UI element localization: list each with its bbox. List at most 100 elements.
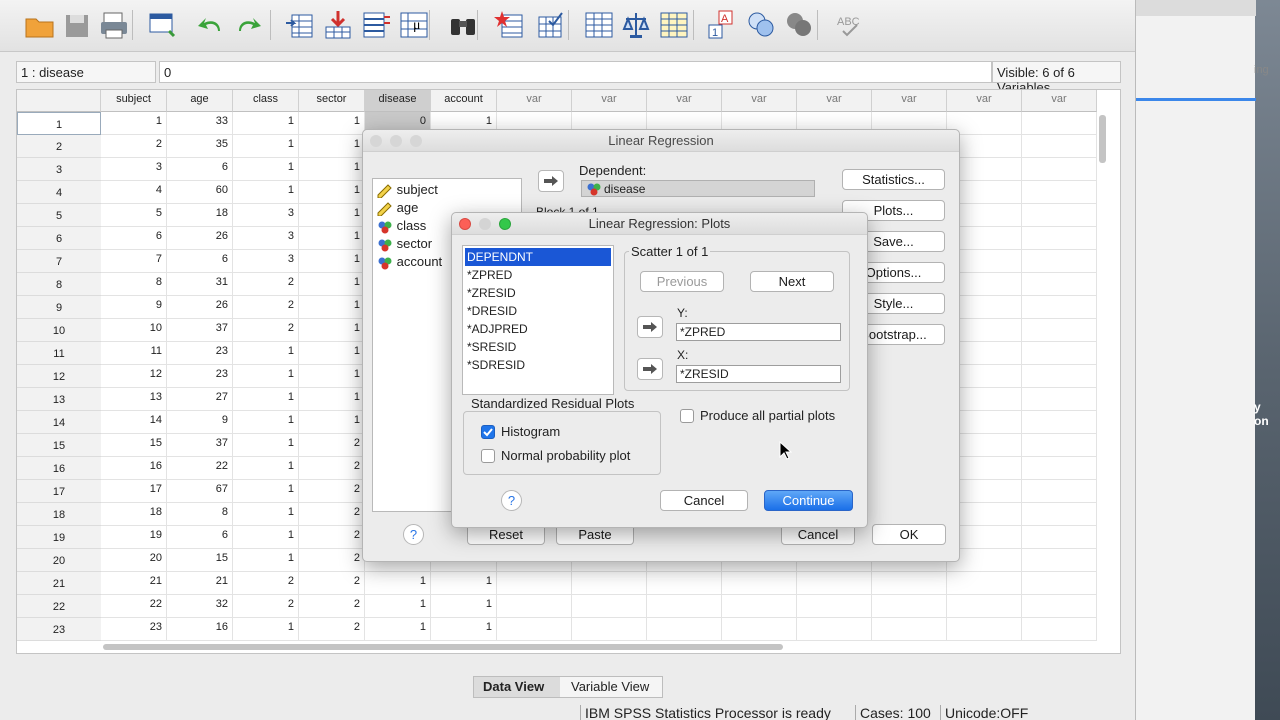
table-cell[interactable]: 23 <box>167 342 233 365</box>
table-cell[interactable]: 8 <box>167 503 233 526</box>
table-cell[interactable] <box>947 595 1022 618</box>
table-cell[interactable]: 17 <box>101 480 167 503</box>
table-cell[interactable]: 1 <box>365 618 431 641</box>
table-cell[interactable] <box>572 572 647 595</box>
variable-list-item[interactable]: age <box>375 199 418 217</box>
table-cell[interactable]: 3 <box>233 204 299 227</box>
table-cell[interactable]: 1 <box>299 158 365 181</box>
table-cell[interactable]: 26 <box>167 296 233 319</box>
table-cell[interactable]: 1 <box>299 227 365 250</box>
table-cell[interactable]: 2 <box>299 526 365 549</box>
table-cell[interactable] <box>872 572 947 595</box>
close-button[interactable] <box>459 218 471 230</box>
plot-variable-item[interactable]: *DRESID <box>465 302 611 320</box>
table-cell[interactable]: 20 <box>101 549 167 572</box>
table-cell[interactable]: 1 <box>233 158 299 181</box>
table-cell[interactable]: 35 <box>167 135 233 158</box>
table-cell[interactable] <box>1022 296 1097 319</box>
table-cell[interactable] <box>872 618 947 641</box>
weight-cases-icon[interactable] <box>619 8 653 42</box>
column-header-disease[interactable]: disease <box>365 90 431 112</box>
minimize-button[interactable] <box>479 218 491 230</box>
histogram-checkbox[interactable] <box>481 425 495 439</box>
move-dependent-arrow-button[interactable] <box>538 170 564 192</box>
cancel-button[interactable]: Cancel <box>660 490 748 511</box>
vertical-scrollbar[interactable] <box>1099 115 1106 163</box>
table-cell[interactable]: 1 <box>431 618 497 641</box>
table-cell[interactable] <box>1022 112 1097 135</box>
row-header[interactable]: 11 <box>17 342 101 365</box>
zoom-button[interactable] <box>410 135 422 147</box>
table-cell[interactable]: 2 <box>299 457 365 480</box>
table-cell[interactable]: 3 <box>233 250 299 273</box>
table-cell[interactable] <box>1022 411 1097 434</box>
table-cell[interactable]: 1 <box>101 112 167 135</box>
table-cell[interactable]: 31 <box>167 273 233 296</box>
statistics-button[interactable]: Statistics... <box>842 169 945 190</box>
table-cell[interactable] <box>1022 503 1097 526</box>
table-cell[interactable]: 1 <box>233 388 299 411</box>
row-header[interactable]: 9 <box>17 296 101 319</box>
table-cell[interactable]: 1 <box>431 572 497 595</box>
redo-icon[interactable] <box>232 8 266 42</box>
table-cell[interactable]: 2 <box>233 319 299 342</box>
plot-variable-item[interactable]: *SRESID <box>465 338 611 356</box>
plot-variable-item[interactable]: *ZPRED <box>465 266 611 284</box>
plot-variable-item[interactable]: *ZRESID <box>465 284 611 302</box>
row-header[interactable]: 21 <box>17 572 101 595</box>
table-cell[interactable]: 1 <box>365 572 431 595</box>
show-all-variables-icon[interactable] <box>782 8 816 42</box>
table-cell[interactable]: 1 <box>233 112 299 135</box>
plot-variable-item[interactable]: *SDRESID <box>465 356 611 374</box>
table-cell[interactable]: 2 <box>299 618 365 641</box>
normal-probability-checkbox[interactable] <box>481 449 495 463</box>
row-header[interactable]: 20 <box>17 549 101 572</box>
variable-list-item[interactable]: account <box>375 253 442 271</box>
column-header-age[interactable]: age <box>167 90 233 112</box>
column-header-var[interactable]: var <box>572 90 647 112</box>
column-header-var[interactable]: var <box>497 90 572 112</box>
table-cell[interactable]: 2 <box>233 296 299 319</box>
table-cell[interactable]: 1 <box>233 342 299 365</box>
table-cell[interactable]: 6 <box>101 227 167 250</box>
table-cell[interactable]: 21 <box>167 572 233 595</box>
table-cell[interactable]: 1 <box>299 342 365 365</box>
plot-variable-item[interactable]: DEPENDNT <box>465 248 611 266</box>
run-descriptives-icon[interactable]: μ <box>397 8 431 42</box>
table-cell[interactable]: 22 <box>101 595 167 618</box>
table-cell[interactable]: 1 <box>233 618 299 641</box>
row-header[interactable]: 5 <box>17 204 101 227</box>
row-header[interactable]: 10 <box>17 319 101 342</box>
table-cell[interactable]: 1 <box>233 365 299 388</box>
table-cell[interactable] <box>797 572 872 595</box>
variable-list-item[interactable]: subject <box>375 181 438 199</box>
table-cell[interactable]: 1 <box>233 434 299 457</box>
column-header-var[interactable]: var <box>722 90 797 112</box>
plot-variables-list[interactable]: DEPENDNT *ZPRED *ZRESID *DRESID *ADJPRED *SRE… <box>462 245 614 395</box>
table-cell[interactable]: 1 <box>233 480 299 503</box>
table-cell[interactable]: 1 <box>299 365 365 388</box>
table-cell[interactable] <box>1022 319 1097 342</box>
table-cell[interactable]: 18 <box>101 503 167 526</box>
table-cell[interactable]: 12 <box>101 365 167 388</box>
table-cell[interactable]: 2 <box>101 135 167 158</box>
tab-variable-view[interactable]: Variable View <box>562 677 662 697</box>
row-header[interactable]: 18 <box>17 503 101 526</box>
row-header[interactable]: 13 <box>17 388 101 411</box>
table-cell[interactable] <box>497 595 572 618</box>
row-header[interactable]: 16 <box>17 457 101 480</box>
column-header-var[interactable]: var <box>797 90 872 112</box>
row-header[interactable]: 3 <box>17 158 101 181</box>
row-header[interactable]: 7 <box>17 250 101 273</box>
row-header[interactable]: 2 <box>17 135 101 158</box>
table-cell[interactable]: 10 <box>101 319 167 342</box>
row-header[interactable]: 1 <box>17 112 101 135</box>
row-header[interactable]: 17 <box>17 480 101 503</box>
table-cell[interactable] <box>722 618 797 641</box>
table-cell[interactable]: 14 <box>101 411 167 434</box>
table-cell[interactable]: 16 <box>101 457 167 480</box>
help-button[interactable]: ? <box>403 524 424 545</box>
variable-list-item[interactable]: sector <box>375 235 432 253</box>
column-header-var[interactable]: var <box>1022 90 1097 112</box>
table-cell[interactable] <box>647 572 722 595</box>
